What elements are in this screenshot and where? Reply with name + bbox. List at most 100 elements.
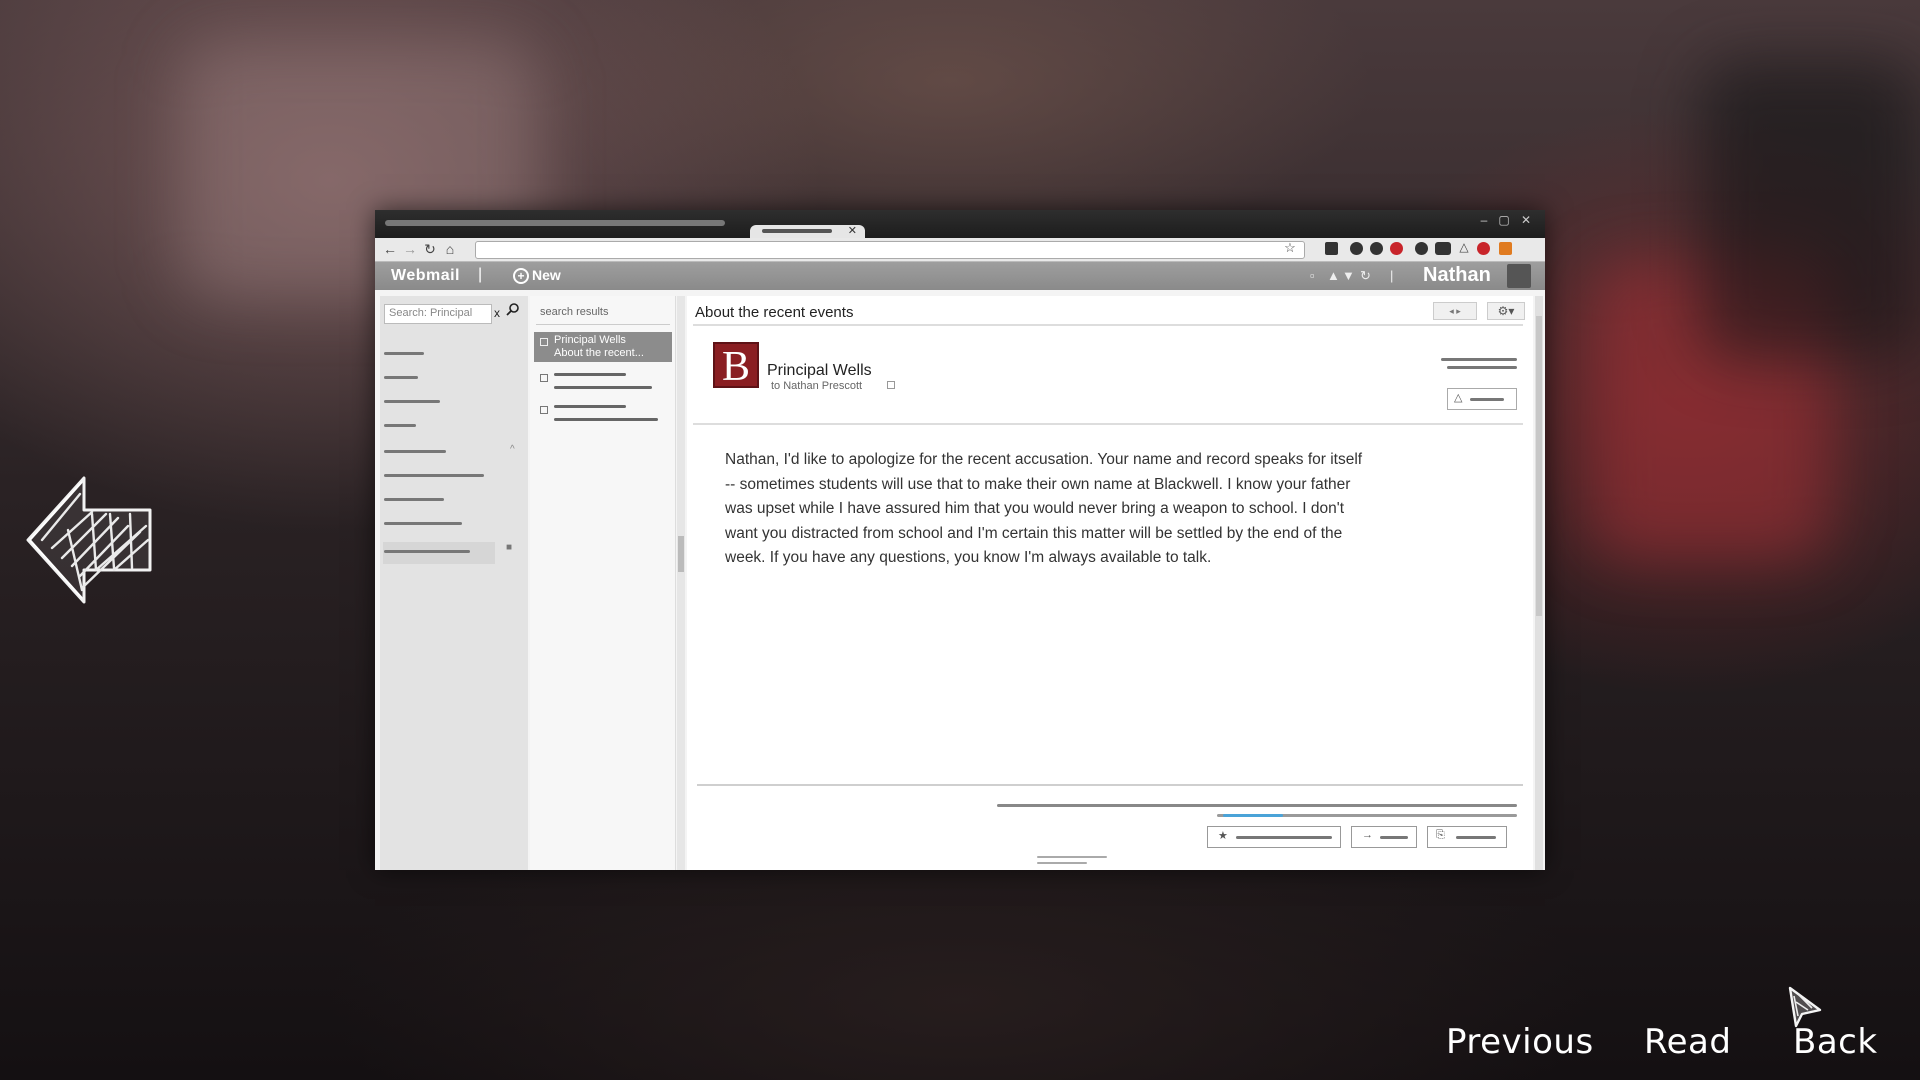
email-body: Nathan, I'd like to apologize for the re…: [725, 451, 1363, 566]
read-button[interactable]: Read: [1644, 1022, 1731, 1062]
footer-attach-button[interactable]: ⎘: [1427, 826, 1507, 848]
search-input[interactable]: Search: Principal: [384, 304, 492, 324]
refresh-icon[interactable]: ↻: [1360, 268, 1371, 284]
button-label-line: [1236, 836, 1332, 839]
folder-row-selected[interactable]: [383, 542, 495, 564]
message-checkbox[interactable]: [540, 374, 548, 382]
list-scrollbar[interactable]: [677, 296, 685, 870]
list-item-line: [554, 386, 652, 389]
back-arrow-icon[interactable]: ←: [381, 241, 399, 257]
cursor-arrow-icon: [1788, 986, 1822, 1028]
tab-close-icon[interactable]: ✕: [848, 224, 857, 237]
scroll-thumb[interactable]: [678, 536, 684, 572]
window-icon[interactable]: ▫: [1310, 268, 1315, 283]
message-list: search results Principal Wells About the…: [530, 296, 676, 870]
folder-item[interactable]: [384, 400, 440, 403]
collapse-icon[interactable]: ^: [510, 444, 515, 455]
separator-icon: |: [1390, 268, 1394, 283]
extension-icon[interactable]: [1415, 242, 1428, 255]
list-item-line: [554, 418, 658, 421]
search-results-label: search results: [540, 306, 609, 318]
extension-icon[interactable]: [1435, 242, 1451, 255]
down-icon[interactable]: ▼: [1342, 268, 1355, 283]
extension-icon[interactable]: [1390, 242, 1403, 255]
pane-scrollbar[interactable]: [1535, 296, 1543, 870]
plus-icon: +: [513, 268, 529, 284]
folder-item[interactable]: [384, 450, 446, 453]
search-icon[interactable]: [506, 302, 520, 316]
folder-item[interactable]: [384, 522, 462, 525]
divider: [693, 324, 1523, 326]
sketch-left-arrow-icon[interactable]: [22, 470, 162, 610]
drive-icon[interactable]: △: [1455, 240, 1473, 254]
separator: |: [478, 266, 483, 283]
folder-sidebar: Search: Principal x ^ ■: [380, 296, 528, 870]
footer-link-line[interactable]: [1223, 814, 1283, 817]
folder-item[interactable]: [384, 352, 424, 355]
sender-name[interactable]: Principal Wells: [767, 362, 872, 380]
webmail-logo[interactable]: Webmail: [391, 267, 460, 285]
close-window-icon[interactable]: ✕: [1517, 213, 1535, 227]
message-checkbox[interactable]: [540, 338, 548, 346]
forward-icon: →: [1362, 829, 1373, 841]
details-icon[interactable]: [887, 381, 895, 389]
date-line: [1447, 366, 1517, 369]
folder-item[interactable]: [384, 424, 416, 427]
address-bar[interactable]: [475, 241, 1305, 259]
list-item-line: [554, 405, 626, 408]
clear-search-icon[interactable]: x: [494, 306, 500, 320]
list-item-selected[interactable]: Principal Wells About the recent...: [534, 332, 672, 362]
active-tab[interactable]: ✕: [750, 225, 865, 239]
sender-logo: B: [713, 342, 759, 390]
attach-icon: ⎘: [1436, 829, 1445, 841]
previous-button[interactable]: Previous: [1446, 1022, 1594, 1062]
up-icon[interactable]: ▲: [1327, 268, 1340, 283]
browser-toolbar: ← → ↻ ⌂ ☆ △: [375, 238, 1545, 262]
reply-label-line: [1470, 398, 1504, 401]
button-label-line: [1380, 836, 1408, 839]
reply-button[interactable]: △: [1447, 388, 1517, 410]
home-icon[interactable]: ⌂: [441, 241, 459, 257]
minimize-icon[interactable]: –: [1475, 213, 1493, 227]
browser-window: ✕ – ▢ ✕ ← → ↻ ⌂ ☆ △ Webmail | + New ▫ ▲ ▼…: [375, 210, 1545, 870]
list-item-line: [554, 373, 626, 376]
extension-icon[interactable]: [1350, 242, 1363, 255]
recipient-line: to Nathan Prescott: [771, 380, 863, 392]
date-line: [1441, 358, 1517, 361]
folder-count-icon: ■: [506, 542, 513, 553]
message-nav-arrows[interactable]: ◂ ▸: [1433, 302, 1477, 320]
email-subject: About the recent events: [695, 304, 854, 321]
folder-item[interactable]: [384, 498, 444, 501]
avatar[interactable]: [1507, 264, 1531, 288]
folder-item[interactable]: [384, 474, 484, 477]
star-icon[interactable]: ☆: [1281, 240, 1299, 256]
reload-icon[interactable]: ↻: [421, 241, 439, 258]
webmail-header: Webmail | + New ▫ ▲ ▼ ↻ | Nathan: [375, 262, 1545, 290]
maximize-icon[interactable]: ▢: [1495, 213, 1513, 227]
new-message-button[interactable]: + New: [513, 267, 561, 284]
footer-forward-button[interactable]: →: [1351, 826, 1417, 848]
button-label-line: [1456, 836, 1496, 839]
background-blur-dark: [1700, 60, 1920, 360]
extension-icon[interactable]: [1477, 242, 1490, 255]
title-bar: ✕ – ▢ ✕: [375, 210, 1545, 239]
divider: [693, 423, 1523, 425]
folder-item[interactable]: [384, 376, 418, 379]
footer-text-line: [997, 804, 1517, 807]
forward-arrow-icon[interactable]: →: [401, 241, 419, 257]
user-name[interactable]: Nathan: [1423, 264, 1491, 287]
settings-button[interactable]: ⚙▾: [1487, 302, 1525, 320]
list-item-subject: About the recent...: [554, 347, 644, 359]
tab-title-scribble: [762, 229, 832, 233]
extension-icon[interactable]: [1325, 242, 1338, 255]
menu-icon[interactable]: [1499, 242, 1512, 255]
extension-icon[interactable]: [1370, 242, 1383, 255]
folder-item[interactable]: [384, 550, 470, 553]
star-icon: ★: [1218, 830, 1228, 842]
footer-small-text: [1037, 856, 1107, 858]
footer-action-button[interactable]: ★: [1207, 826, 1341, 848]
divider: [536, 324, 670, 325]
scroll-thumb[interactable]: [1536, 316, 1542, 616]
message-checkbox[interactable]: [540, 406, 548, 414]
reply-icon: △: [1454, 392, 1463, 404]
